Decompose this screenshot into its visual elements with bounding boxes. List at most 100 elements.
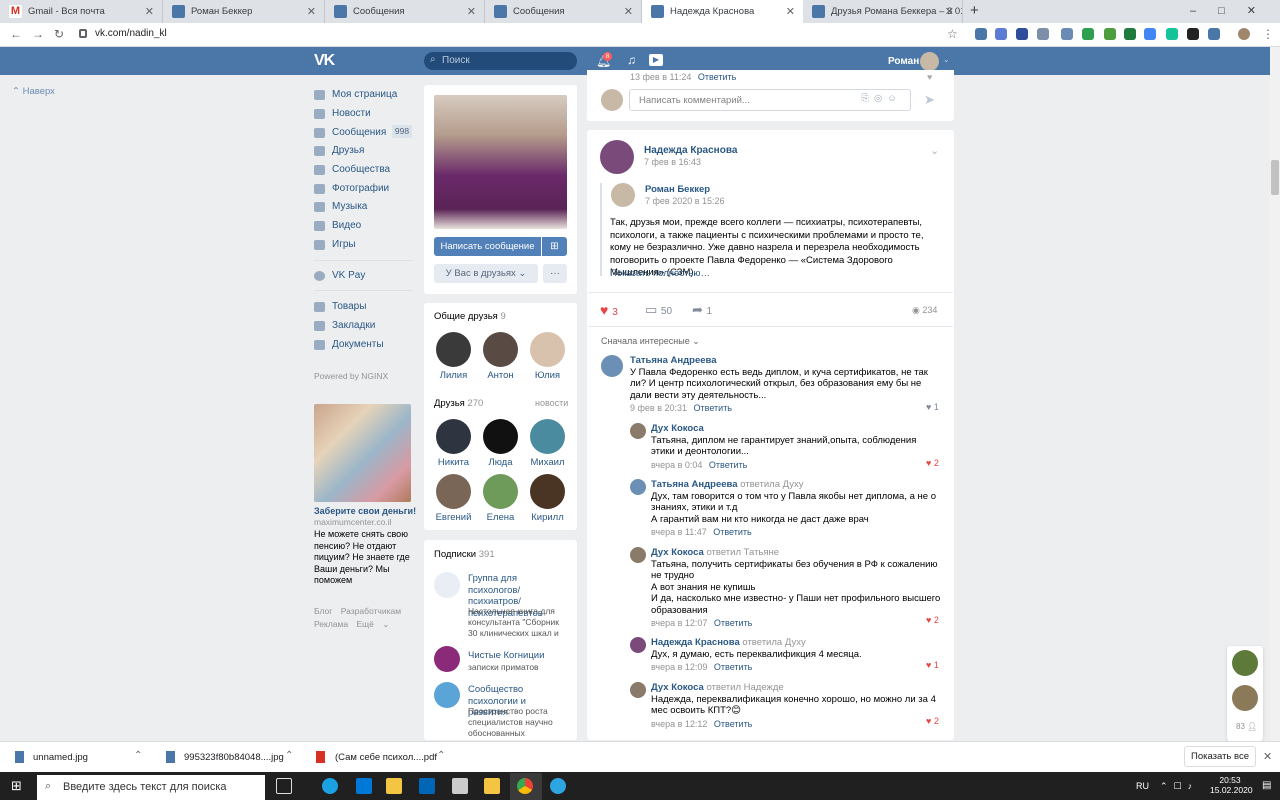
commenter-name[interactable]: Дух Кокоса: [651, 547, 704, 558]
nav-photos[interactable]: Фотографии: [314, 183, 389, 194]
extension-icon[interactable]: [1124, 28, 1136, 40]
url-field[interactable]: vk.com/nadin_kl: [75, 26, 965, 43]
sort-dropdown[interactable]: Сначала интересные ⌄: [601, 336, 700, 347]
close-icon[interactable]: ✕: [624, 5, 633, 18]
user-name[interactable]: Роман: [888, 56, 919, 67]
extension-icon[interactable]: [1208, 28, 1220, 40]
extension-icon[interactable]: [1187, 28, 1199, 40]
commenter-avatar[interactable]: [630, 637, 646, 653]
repost-date[interactable]: 7 фев 2020 в 15:26: [645, 196, 725, 206]
group-avatar[interactable]: [434, 646, 460, 672]
subscriptions-title[interactable]: Подписки 391: [434, 549, 495, 560]
tray-icons[interactable]: ⌃☐♪: [1160, 781, 1198, 792]
reply-to[interactable]: ответил Надежде: [706, 682, 783, 693]
comment-like[interactable]: ♥ 2: [926, 615, 939, 625]
clock[interactable]: 20:53 15.02.2020: [1210, 775, 1253, 795]
tab-roman[interactable]: Роман Беккер ✕: [163, 0, 325, 23]
search-input[interactable]: ⌕ Поиск: [424, 52, 577, 70]
telegram-icon[interactable]: [550, 778, 566, 794]
scrollbar-thumb[interactable]: [1271, 160, 1279, 195]
commenter-name[interactable]: Татьяна Андреева: [651, 479, 738, 490]
commenter-name[interactable]: Дух Кокоса: [651, 682, 704, 693]
reply-to[interactable]: ответила Духу: [742, 637, 805, 648]
ad-text[interactable]: Не можете снять свою пенсию? Не отдают п…: [314, 529, 410, 587]
chevron-up-icon[interactable]: ⌃: [134, 750, 142, 761]
comment-like[interactable]: ♥ 1: [926, 402, 939, 412]
nav-vkpay[interactable]: VK Pay: [314, 270, 365, 281]
commenter-avatar[interactable]: [630, 479, 646, 495]
ie-icon[interactable]: [356, 778, 372, 794]
group-name[interactable]: Чистые Когниции: [468, 650, 544, 661]
group-avatar[interactable]: [434, 682, 460, 708]
online-count[interactable]: 83 👤︎: [1236, 722, 1257, 731]
author-avatar[interactable]: [600, 140, 634, 174]
star-icon[interactable]: ☆: [947, 27, 958, 41]
music-icon[interactable]: ♫: [627, 53, 636, 67]
nav-my-page[interactable]: Моя страница: [314, 89, 397, 100]
profile-avatar[interactable]: [1238, 28, 1250, 40]
chrome-icon[interactable]: [517, 778, 533, 794]
nav-games[interactable]: Игры: [314, 239, 356, 250]
download-item[interactable]: unnamed.jpg: [33, 752, 88, 763]
user-avatar[interactable]: [920, 52, 939, 71]
extension-icon[interactable]: [1144, 28, 1156, 40]
tab-messages-2[interactable]: Сообщения ✕: [485, 0, 642, 23]
show-all-downloads-button[interactable]: Показать все: [1184, 746, 1256, 767]
nav-video[interactable]: Видео: [314, 220, 361, 231]
comment-like[interactable]: ♥ 2: [926, 458, 939, 468]
post-date[interactable]: 7 фев в 16:43: [644, 157, 701, 167]
friend-item[interactable]: Кирилл: [520, 474, 575, 523]
chevron-down-icon[interactable]: ⌄: [930, 144, 939, 157]
reply-to[interactable]: ответила Духу: [740, 479, 803, 490]
nav-music[interactable]: Музыка: [314, 201, 367, 212]
store-icon[interactable]: [419, 778, 435, 794]
close-icon[interactable]: ✕: [467, 5, 476, 18]
commenter-name[interactable]: Татьяна Андреева: [630, 355, 940, 367]
notification-center-icon[interactable]: ▤: [1262, 780, 1271, 791]
extension-icon[interactable]: [975, 28, 987, 40]
extension-icon[interactable]: [995, 28, 1007, 40]
edge-icon[interactable]: [322, 778, 338, 794]
show-more-link[interactable]: Показать полностью…: [610, 268, 710, 279]
comment-like[interactable]: ♥ 1: [926, 660, 939, 670]
commenter-avatar[interactable]: [630, 423, 646, 439]
commenter-avatar[interactable]: [630, 682, 646, 698]
extension-icon[interactable]: [1082, 28, 1094, 40]
menu-icon[interactable]: ⋮: [1262, 27, 1274, 41]
footer-links[interactable]: Блог Разработчикам: [314, 606, 401, 616]
close-icon[interactable]: ✕: [145, 5, 154, 18]
extension-icon[interactable]: [1016, 28, 1028, 40]
extension-icon[interactable]: [1061, 28, 1073, 40]
task-view-icon[interactable]: [276, 778, 292, 794]
nav-news[interactable]: Новости: [314, 108, 371, 119]
mail-icon[interactable]: [452, 778, 468, 794]
nav-groups[interactable]: Сообщества: [314, 164, 390, 175]
write-message-button[interactable]: Написать сообщение: [434, 237, 541, 256]
reply-to[interactable]: ответил Татьяне: [706, 547, 779, 558]
profile-photo[interactable]: [434, 95, 567, 229]
app-icon[interactable]: [484, 778, 500, 794]
download-item[interactable]: (Сам себе психол....pdf: [335, 752, 437, 763]
tab-friends[interactable]: Друзья Романа Беккера – 3 019 ✕: [803, 0, 963, 23]
like-button[interactable]: ♥ 3: [600, 302, 618, 318]
attach-icons[interactable]: ⎘◎☺: [861, 93, 902, 104]
download-item[interactable]: 995323f80b84048....jpg: [184, 752, 284, 763]
nav-documents[interactable]: Документы: [314, 339, 384, 350]
close-icon[interactable]: ✕: [1263, 750, 1272, 763]
ad-image[interactable]: [314, 404, 411, 502]
nav-goods[interactable]: Товары: [314, 301, 366, 312]
comment-button[interactable]: ▭ 50: [645, 302, 672, 318]
ad-title[interactable]: Заберите свои деньги!: [314, 506, 416, 516]
play-icon[interactable]: ▶: [649, 54, 663, 66]
nav-arrows-icon[interactable]: ←→↻: [10, 27, 74, 41]
avatar[interactable]: [1232, 650, 1258, 676]
extension-icon[interactable]: [1104, 28, 1116, 40]
footer-links[interactable]: Реклама Ещё ⌄: [314, 619, 389, 630]
mutual-friends-title[interactable]: Общие друзья 9: [434, 311, 506, 322]
repost-author[interactable]: Роман Беккер: [645, 184, 710, 195]
extension-icon[interactable]: [1166, 28, 1178, 40]
close-icon[interactable]: ✕: [786, 5, 795, 18]
friend-status-button[interactable]: У Вас в друзьях ⌄: [434, 264, 538, 283]
avatar[interactable]: [1232, 685, 1258, 711]
chevron-up-icon[interactable]: ⌃: [285, 750, 293, 761]
